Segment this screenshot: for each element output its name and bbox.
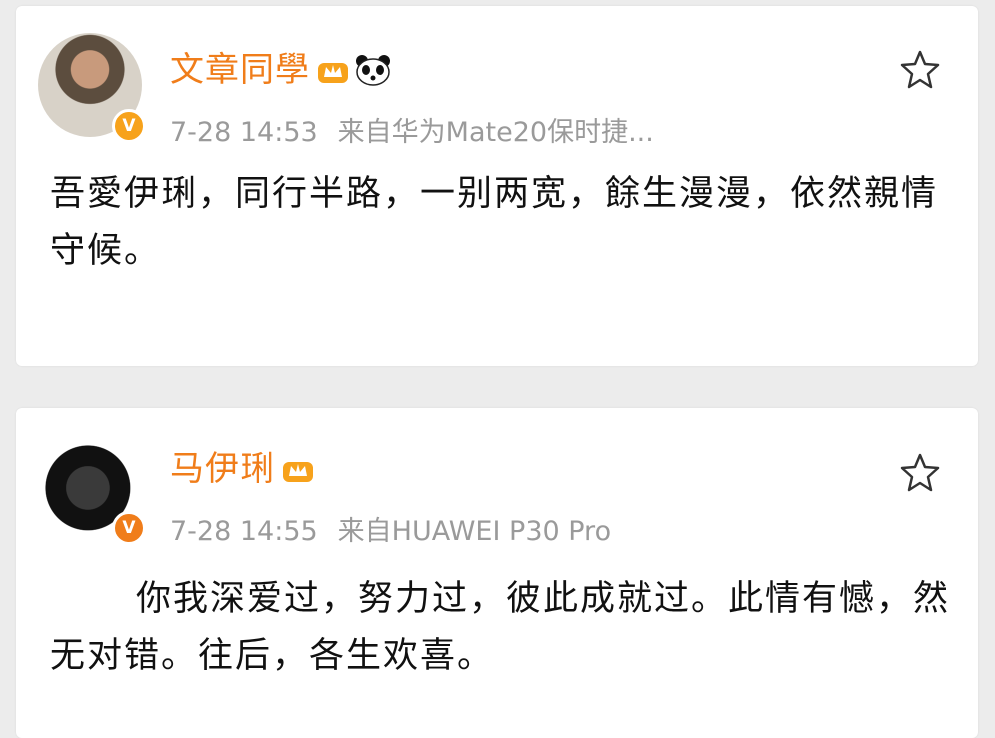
vip-crown-icon — [283, 462, 313, 482]
post-time[interactable]: 7-28 14:55 — [170, 516, 318, 547]
star-icon[interactable] — [898, 451, 942, 495]
verified-badge-icon: V — [112, 511, 146, 545]
verified-badge-icon: V — [112, 109, 146, 143]
post-meta: 7-28 14:53 来自华为Mate20保时捷... — [170, 110, 654, 149]
post-text: 你我深爱过，努力过，彼此成就过。此情有憾，然无对错。往后，各生欢喜。 — [50, 579, 951, 676]
post-source: 来自华为Mate20保时捷... — [337, 117, 654, 148]
author-name-row: 文章同學 — [170, 42, 392, 91]
panda-icon — [356, 55, 390, 86]
vip-crown-icon — [318, 63, 348, 83]
star-icon[interactable] — [898, 48, 942, 92]
post-meta: 7-28 14:55 来自HUAWEI P30 Pro — [170, 509, 611, 548]
post-source: 来自HUAWEI P30 Pro — [337, 516, 612, 547]
author-name[interactable]: 马伊琍 — [170, 449, 275, 489]
post-time[interactable]: 7-28 14:53 — [170, 117, 318, 148]
post-text: 吾愛伊琍，同行半路，一别两宽，餘生漫漫，依然親情守候。 — [50, 174, 939, 271]
author-name[interactable]: 文章同學 — [170, 50, 310, 90]
author-name-row: 马伊琍 — [170, 441, 315, 490]
